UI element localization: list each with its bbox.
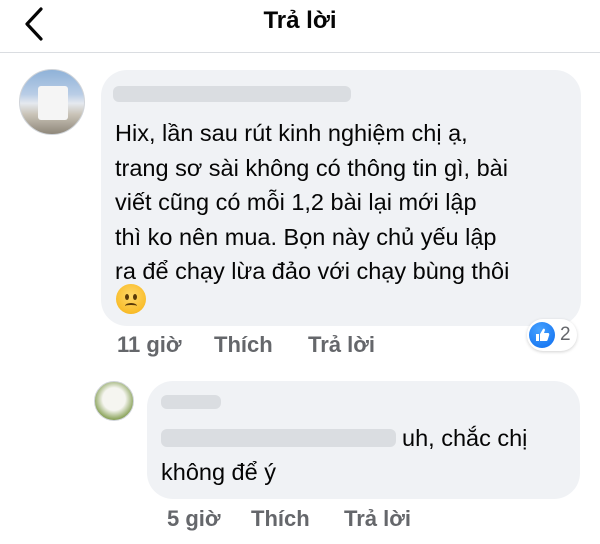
reply-reply-button[interactable]: Trả lời (344, 506, 411, 532)
like-thumb-icon (529, 322, 555, 348)
reply-bubble[interactable]: uh, chắc chị không để ý (147, 381, 580, 499)
commenter-avatar[interactable] (19, 69, 85, 135)
page-title: Trả lời (263, 7, 337, 34)
comment-bubble[interactable]: Hix, lần sau rút kinh nghiệm chị ạ, tran… (101, 70, 581, 326)
reply-text-line-2: không để ý (161, 459, 276, 485)
reply-timestamp: 5 giờ (167, 506, 221, 531)
header-bar: Trả lời (0, 0, 600, 50)
reply-commenter-avatar[interactable] (94, 381, 134, 421)
header-divider (0, 52, 600, 53)
comment-text: Hix, lần sau rút kinh nghiệm chị ạ, tran… (115, 120, 510, 284)
frowning-face-emoji-icon (116, 284, 146, 314)
reply-thread-screen: Trả lời Hix, lần sau rút kinh nghiệm chị… (0, 0, 600, 544)
redacted-tag (161, 429, 396, 447)
comment-timestamp: 11 giờ (117, 332, 182, 357)
reply-like-button[interactable]: Thích (251, 506, 310, 532)
redacted-author-name (113, 86, 351, 102)
reply-button[interactable]: Trả lời (308, 332, 375, 358)
reaction-summary[interactable]: 2 (527, 319, 577, 351)
redacted-author-name (161, 395, 221, 409)
like-button[interactable]: Thích (214, 332, 273, 358)
avatar-redaction (38, 86, 68, 120)
reply-text-line-1: uh, chắc chị (402, 425, 528, 451)
reaction-count: 2 (560, 324, 571, 345)
